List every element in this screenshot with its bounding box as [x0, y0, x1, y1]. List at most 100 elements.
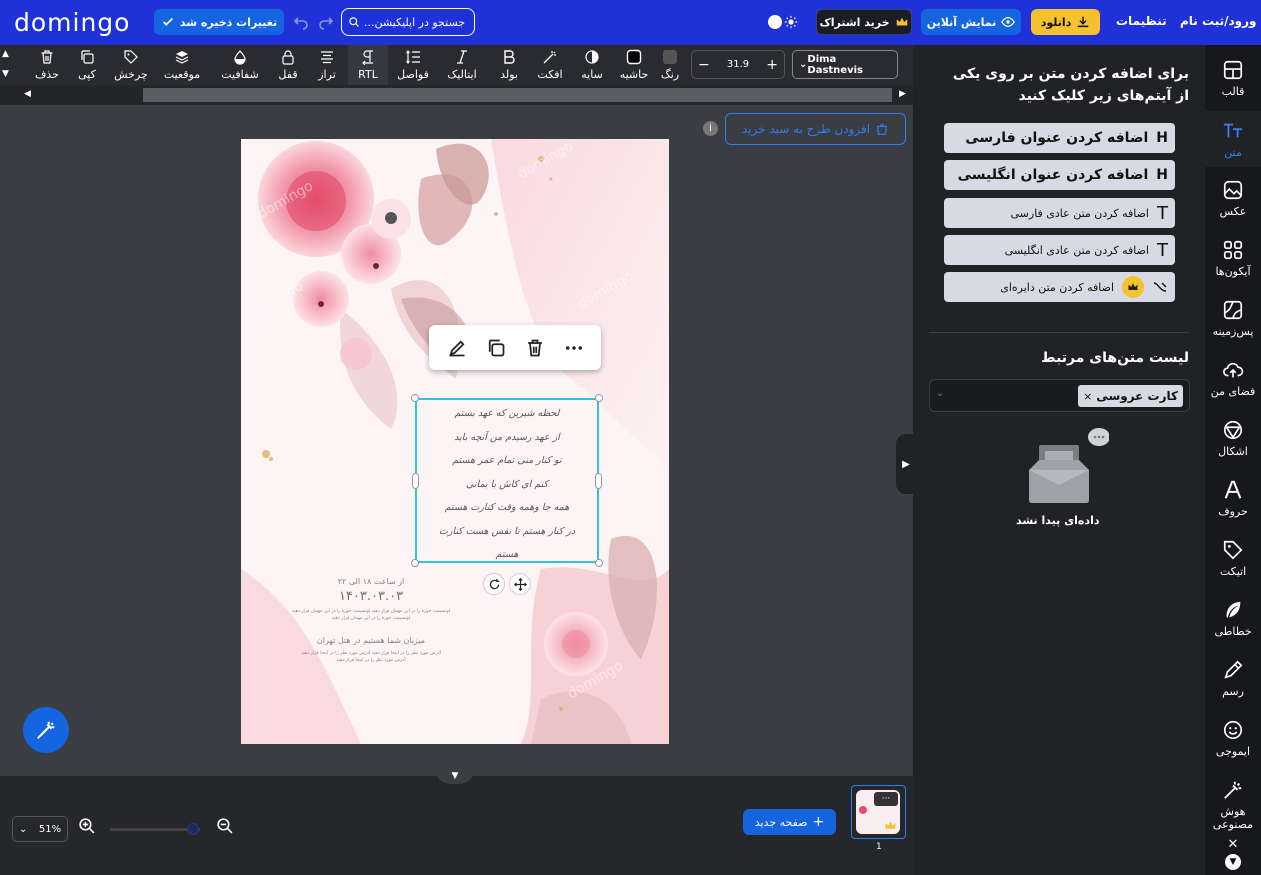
- search-input[interactable]: جستجو در اپلیکیشن...: [341, 8, 475, 36]
- font-size-stepper[interactable]: − 31.9 +: [691, 50, 785, 79]
- info-icon[interactable]: i: [703, 121, 718, 136]
- design-page[interactable]: domingo domingo domingo domingo domingo …: [241, 139, 669, 744]
- add-persian-text-label: اضافه کردن متن عادی فارسی: [1010, 206, 1150, 220]
- add-persian-text-button[interactable]: T اضافه کردن متن عادی فارسی: [944, 198, 1175, 228]
- add-english-title-button[interactable]: H اضافه کردن عنوان انگلیسی: [944, 160, 1175, 190]
- redo-icon[interactable]: [318, 14, 334, 30]
- delete-button[interactable]: حذف: [27, 45, 67, 85]
- decrease-size-icon[interactable]: −: [698, 57, 710, 73]
- card-poem[interactable]: لحظه شیرین که عهد بستم از عهد رسیدم من آ…: [421, 402, 593, 567]
- undo-icon[interactable]: [293, 14, 309, 30]
- text-icon: T: [1157, 239, 1168, 261]
- theme-toggle[interactable]: [768, 14, 804, 30]
- font-size-value[interactable]: 31.9: [727, 59, 749, 70]
- download-button[interactable]: دانلود: [1031, 9, 1100, 35]
- zoom-select[interactable]: ⌄ 51%: [12, 816, 68, 842]
- ai-magic-button[interactable]: [23, 707, 69, 753]
- nav-item-ai[interactable]: هوش مصنوعی: [1205, 779, 1261, 831]
- rtl-button[interactable]: RTL: [348, 45, 388, 85]
- lock-button[interactable]: قفل: [268, 45, 308, 85]
- resize-handle[interactable]: [411, 394, 419, 402]
- copy-button[interactable]: کپی: [67, 45, 107, 85]
- effect-button[interactable]: افکت: [530, 45, 570, 85]
- text-toolbar: ▲ ▼ حذف کپی چرخش موقعیت شفافیت قفل تراز …: [0, 45, 913, 85]
- scroll-left-icon[interactable]: ◀: [24, 89, 31, 99]
- duplicate-icon[interactable]: [486, 338, 506, 358]
- crown-icon: [885, 821, 896, 829]
- nav-item-text[interactable]: متن: [1205, 111, 1261, 167]
- scroll-right-icon[interactable]: ▶: [899, 89, 906, 99]
- nav-item-icons[interactable]: آیکون‌ها: [1205, 239, 1261, 278]
- move-handle[interactable]: [509, 573, 531, 595]
- nav-item-emoji[interactable]: ایموجی: [1205, 719, 1261, 758]
- resize-handle[interactable]: [412, 473, 419, 489]
- nav-label: هوش مصنوعی: [1212, 805, 1254, 831]
- expand-pages-handle[interactable]: ▼: [435, 768, 475, 784]
- thumbnail-more-icon[interactable]: ···: [874, 792, 898, 806]
- login-link[interactable]: ورود/ثبت نام: [1180, 14, 1256, 28]
- card-details[interactable]: از ساعت ۱۸ الی ۲۲ ۱۴۰۳.۰۳.۰۳ لوتسیمت حور…: [261, 577, 481, 664]
- resize-handle[interactable]: [595, 473, 602, 489]
- subscribe-button[interactable]: خرید اشتراک: [816, 9, 912, 35]
- nav-item-templates[interactable]: قالب: [1205, 59, 1261, 98]
- nav-item-my-space[interactable]: فضای من: [1205, 359, 1261, 398]
- edit-icon[interactable]: [447, 338, 467, 358]
- tag-chip[interactable]: × کارت عروسی: [1078, 385, 1183, 407]
- nav-item-background[interactable]: پس‌زمینه: [1205, 299, 1261, 338]
- add-circle-text-button[interactable]: اضافه کردن متن دایره‌ای: [944, 272, 1175, 302]
- nav-item-calligraphy[interactable]: خطاطی: [1205, 599, 1261, 638]
- nav-label: اتیکت: [1219, 565, 1247, 578]
- opacity-button[interactable]: شفافیت: [220, 45, 260, 85]
- resize-handle[interactable]: [595, 394, 603, 402]
- align-button[interactable]: تراز: [307, 45, 347, 85]
- toolbar-scroll-up[interactable]: ▲: [2, 49, 9, 59]
- nav-label: خطاطی: [1214, 625, 1252, 638]
- increase-size-icon[interactable]: +: [766, 57, 778, 73]
- selected-text-box[interactable]: لحظه شیرین که عهد بستم از عهد رسیدم من آ…: [415, 398, 599, 563]
- spacing-button[interactable]: فواصل: [393, 45, 433, 85]
- close-icon[interactable]: ×: [1083, 390, 1092, 403]
- nav-item-photos[interactable]: عکس: [1205, 179, 1261, 218]
- scroll-thumb[interactable]: [143, 88, 892, 102]
- check-icon: [162, 17, 173, 26]
- zoom-in-icon[interactable]: [78, 817, 95, 834]
- page-thumbnail[interactable]: ···: [851, 785, 906, 839]
- shadow-icon: [585, 50, 599, 64]
- shadow-button[interactable]: سایه: [572, 45, 612, 85]
- nav-item-stickers[interactable]: اتیکت: [1205, 539, 1261, 578]
- nav-more-icon[interactable]: ✕ ▼: [1205, 837, 1261, 875]
- pencil-icon: [1224, 660, 1243, 679]
- nav-item-draw[interactable]: رسم: [1205, 659, 1261, 698]
- rotate-handle[interactable]: [483, 573, 505, 595]
- nav-item-shapes[interactable]: اشکال: [1205, 419, 1261, 458]
- chevron-down-icon[interactable]: ⌄: [936, 388, 944, 399]
- add-to-cart-button[interactable]: افزودن طرح به سبد خرید: [725, 113, 906, 145]
- close-icon: ✕: [1227, 837, 1239, 852]
- resize-handle[interactable]: [411, 559, 419, 567]
- italic-button[interactable]: ایتالیک: [442, 45, 482, 85]
- trash-icon[interactable]: [525, 338, 545, 358]
- zoom-slider-knob[interactable]: [187, 823, 199, 835]
- more-icon[interactable]: [564, 338, 584, 358]
- tag-filter-input[interactable]: ⌄ × کارت عروسی: [929, 379, 1190, 412]
- app-logo[interactable]: domingo: [14, 8, 130, 37]
- preview-button[interactable]: نمایش آنلاین: [921, 9, 1021, 35]
- new-page-button[interactable]: صفحه جدید +: [743, 809, 836, 835]
- save-status-button[interactable]: تغییرات ذخیره شد: [154, 9, 284, 35]
- add-persian-title-button[interactable]: H اضافه کردن عنوان فارسی: [944, 123, 1175, 153]
- border-button[interactable]: حاشیه: [614, 45, 654, 85]
- toolbar-scroll-down[interactable]: ▼: [2, 69, 9, 79]
- position-button[interactable]: موقعیت: [162, 45, 202, 85]
- nav-item-letters[interactable]: حروف: [1205, 479, 1261, 518]
- resize-handle[interactable]: [595, 559, 603, 567]
- nav-label: حروف: [1218, 505, 1248, 518]
- bold-button[interactable]: بولد: [489, 45, 529, 85]
- toolbar-scrollbar[interactable]: ◀ ▶: [0, 85, 913, 105]
- settings-link[interactable]: تنظیمات: [1116, 14, 1167, 28]
- font-family-select[interactable]: ⌄ Dima Dastnevis: [792, 50, 898, 79]
- rotate-button[interactable]: چرخش: [111, 45, 151, 85]
- poem-line: در کنار هستم تا نفس هست کنارت: [438, 525, 576, 537]
- color-button[interactable]: رنگ: [650, 45, 690, 85]
- zoom-out-icon[interactable]: [216, 817, 233, 834]
- add-english-text-button[interactable]: T اضافه کردن متن عادی انگلیسی: [944, 235, 1175, 265]
